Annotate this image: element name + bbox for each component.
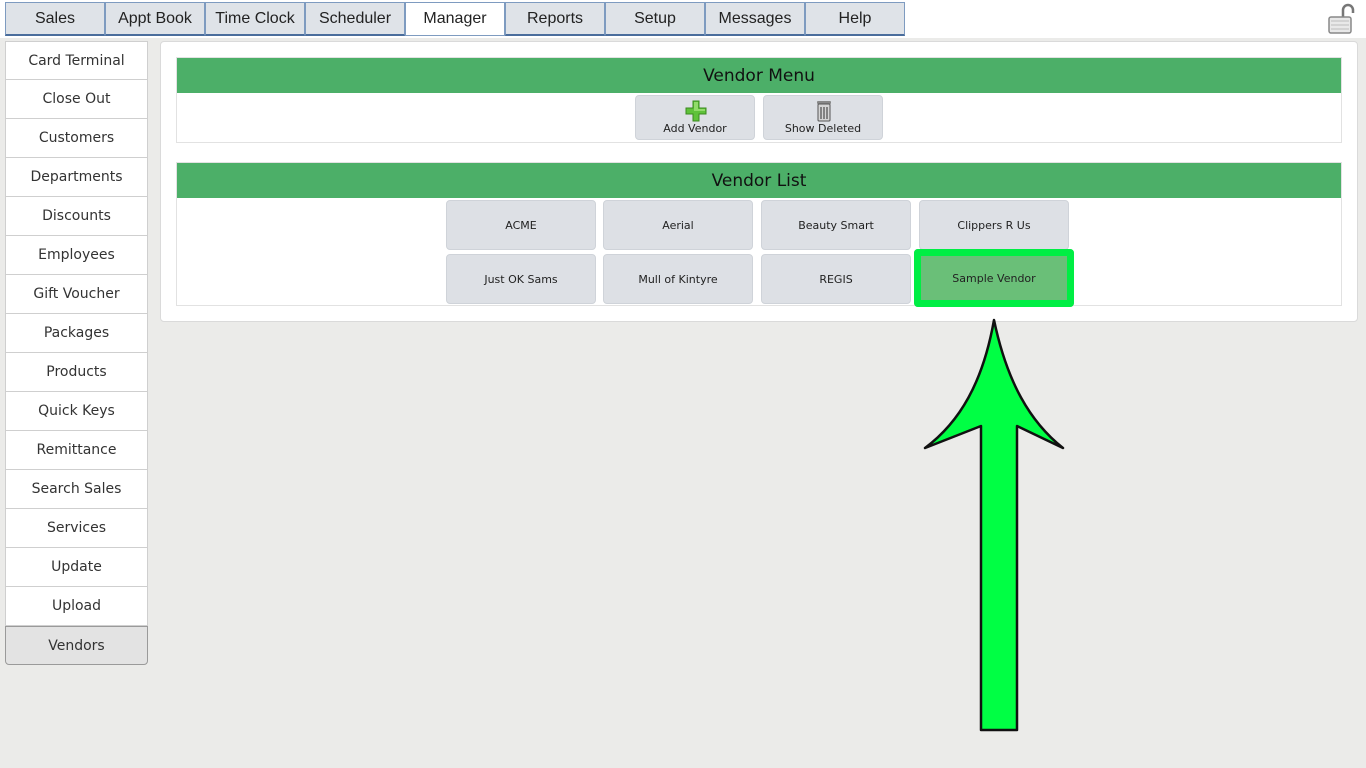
sidebar-item-departments[interactable]: Departments: [5, 158, 148, 197]
sidebar-item-services[interactable]: Services: [5, 509, 148, 548]
tab-messages[interactable]: Messages: [705, 2, 805, 36]
vendor-button-just-ok-sams[interactable]: Just OK Sams: [446, 254, 596, 304]
vendor-menu-section: Vendor Menu Add Vendor Show Deleted: [176, 57, 1342, 143]
main-panel: Vendor Menu Add Vendor Show Deleted Vend…: [160, 41, 1358, 322]
sidebar-item-remittance[interactable]: Remittance: [5, 431, 148, 470]
add-vendor-button[interactable]: Add Vendor: [635, 95, 755, 140]
unlocked-padlock-icon[interactable]: [1326, 3, 1358, 35]
top-navigation-bar: Sales Appt Book Time Clock Scheduler Man…: [0, 0, 1366, 38]
sidebar-item-gift-voucher[interactable]: Gift Voucher: [5, 275, 148, 314]
show-deleted-label: Show Deleted: [784, 122, 862, 135]
sidebar-item-card-terminal[interactable]: Card Terminal: [5, 41, 148, 80]
vendor-button-regis[interactable]: REGIS: [761, 254, 911, 304]
tab-help[interactable]: Help: [805, 2, 905, 36]
sidebar-item-update[interactable]: Update: [5, 548, 148, 587]
vendor-list-section: Vendor List ACME Aerial Beauty Smart Cli…: [176, 162, 1342, 307]
tab-scheduler[interactable]: Scheduler: [305, 2, 405, 36]
vendor-list-title: Vendor List: [177, 163, 1341, 198]
tab-manager[interactable]: Manager: [405, 2, 505, 36]
main-tabs: Sales Appt Book Time Clock Scheduler Man…: [5, 2, 905, 36]
show-deleted-button[interactable]: Show Deleted: [763, 95, 883, 140]
sidebar-item-employees[interactable]: Employees: [5, 236, 148, 275]
manager-sidebar: Card Terminal Close Out Customers Depart…: [5, 41, 148, 665]
tab-appt-book[interactable]: Appt Book: [105, 2, 205, 36]
vendor-button-sample-vendor[interactable]: Sample Vendor: [914, 249, 1074, 307]
sidebar-item-products[interactable]: Products: [5, 353, 148, 392]
vendor-button-clippers-r-us[interactable]: Clippers R Us: [919, 200, 1069, 250]
sidebar-item-packages[interactable]: Packages: [5, 314, 148, 353]
vendor-menu-title: Vendor Menu: [177, 58, 1341, 93]
add-vendor-label: Add Vendor: [663, 122, 727, 135]
green-plus-icon: [685, 100, 707, 122]
trash-can-icon: [817, 101, 831, 122]
tab-sales[interactable]: Sales: [5, 2, 105, 36]
sidebar-item-quick-keys[interactable]: Quick Keys: [5, 392, 148, 431]
vendor-button-beauty-smart[interactable]: Beauty Smart: [761, 200, 911, 250]
vendor-button-mull-of-kintyre[interactable]: Mull of Kintyre: [603, 254, 753, 304]
vendor-button-aerial[interactable]: Aerial: [603, 200, 753, 250]
tab-setup[interactable]: Setup: [605, 2, 705, 36]
up-arrow-annotation-icon: [923, 318, 1065, 732]
sidebar-item-close-out[interactable]: Close Out: [5, 80, 148, 119]
tab-reports[interactable]: Reports: [505, 2, 605, 36]
vendor-button-acme[interactable]: ACME: [446, 200, 596, 250]
sidebar-item-vendors[interactable]: Vendors: [5, 626, 148, 665]
sidebar-item-discounts[interactable]: Discounts: [5, 197, 148, 236]
sidebar-item-customers[interactable]: Customers: [5, 119, 148, 158]
tab-time-clock[interactable]: Time Clock: [205, 2, 305, 36]
sidebar-item-upload[interactable]: Upload: [5, 587, 148, 626]
sidebar-item-search-sales[interactable]: Search Sales: [5, 470, 148, 509]
